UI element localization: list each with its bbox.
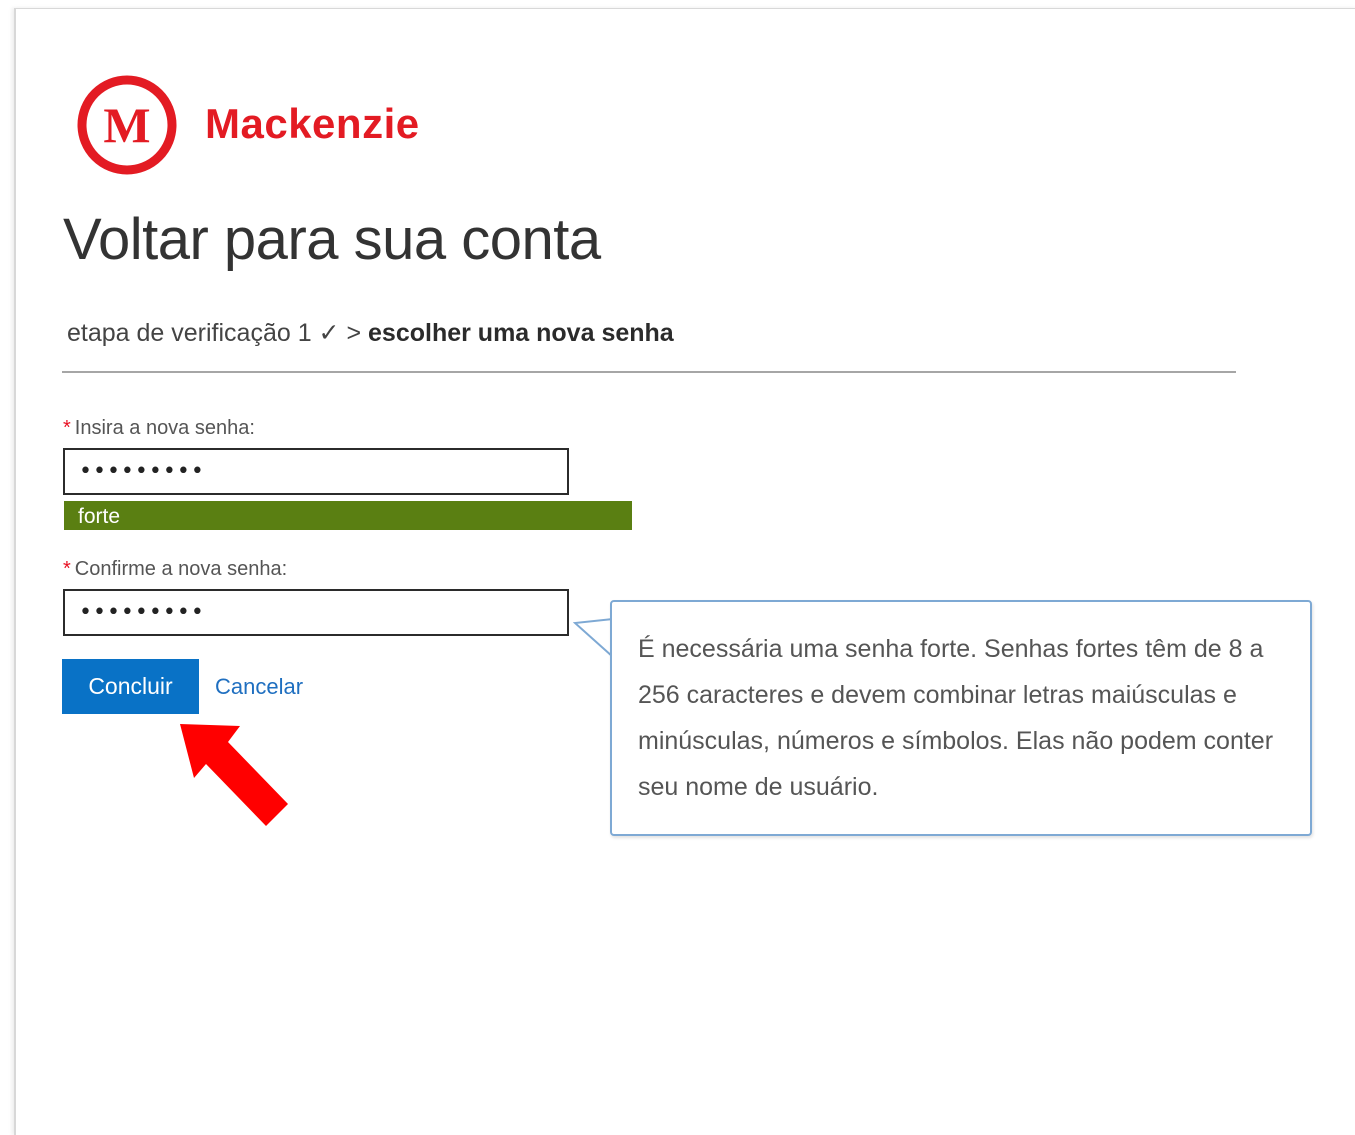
step-completed: etapa de verificação 1 ✓ [67, 319, 340, 347]
brand-name: Mackenzie [205, 100, 420, 147]
new-password-label: * Insira a nova senha: [63, 417, 255, 439]
tooltip-pointer [573, 618, 614, 658]
confirm-password-label: * Confirme a nova senha: [63, 558, 288, 580]
mackenzie-logo: M [77, 75, 177, 175]
cancel-link[interactable]: Cancelar [215, 674, 303, 700]
page-title: Voltar para sua conta [63, 207, 601, 272]
required-mark: * [63, 558, 71, 580]
divider [62, 371, 1236, 373]
step-separator: > [346, 319, 362, 347]
submit-button[interactable]: Concluir [62, 659, 199, 714]
step-current: escolher uma nova senha [368, 319, 674, 347]
password-requirements-tooltip: É necessária uma senha forte. Senhas for… [610, 600, 1312, 836]
red-arrow-icon [180, 724, 288, 826]
new-password-input[interactable]: ••••••••• [63, 448, 569, 495]
confirm-password-input[interactable]: ••••••••• [63, 589, 569, 636]
required-mark: * [63, 417, 71, 439]
password-strength-indicator: forte [64, 501, 632, 530]
breadcrumb: etapa de verificação 1 ✓ > escolher uma … [67, 318, 674, 348]
svg-text:M: M [103, 97, 150, 153]
tooltip-text: É necessária uma senha forte. Senhas for… [638, 635, 1274, 801]
